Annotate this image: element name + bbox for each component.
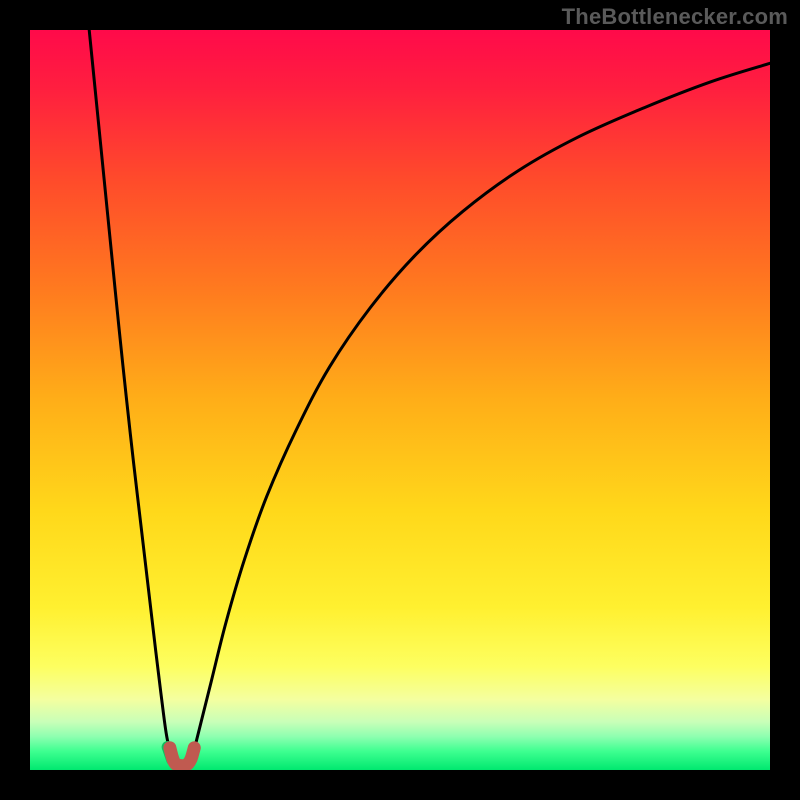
chart-svg: [30, 30, 770, 770]
plot-area: [30, 30, 770, 770]
attribution-label: TheBottlenecker.com: [562, 4, 788, 30]
chart-frame: TheBottlenecker.com: [0, 0, 800, 800]
gradient-background: [30, 30, 770, 770]
